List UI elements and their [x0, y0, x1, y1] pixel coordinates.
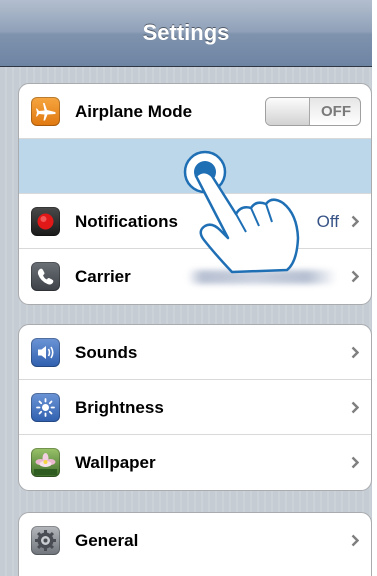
gear-icon	[31, 526, 60, 555]
chevron-right-icon	[351, 215, 359, 228]
row-label: Carrier	[75, 267, 131, 286]
chevron-right-icon	[351, 270, 359, 283]
chevron-right-icon	[351, 401, 359, 414]
airplane-icon	[31, 97, 60, 126]
notifications-value: Off	[316, 212, 339, 231]
row-label: Sounds	[75, 343, 138, 362]
flower-icon	[31, 448, 60, 477]
page-title: Settings	[142, 20, 230, 45]
right-edge	[372, 0, 377, 576]
row-brightness[interactable]: Brightness	[19, 380, 371, 435]
airplane-mode-toggle[interactable]: OFF	[265, 97, 361, 126]
row-label: Airplane Mode	[75, 102, 193, 121]
row-notifications[interactable]: Notifications Off	[19, 194, 371, 249]
row-carrier[interactable]: Carrier	[19, 249, 371, 304]
settings-screen: Settings Airplane Mode OFF Notifications…	[0, 0, 372, 576]
carrier-name-blurred	[187, 270, 337, 284]
row-label: Notifications	[75, 212, 178, 231]
row-label: Brightness	[75, 398, 164, 417]
notifications-icon	[31, 207, 60, 236]
speaker-icon	[31, 338, 60, 367]
settings-group-general: General	[18, 512, 372, 576]
row-airplane-mode[interactable]: Airplane Mode OFF	[19, 84, 371, 139]
row-sounds[interactable]: Sounds	[19, 325, 371, 380]
chevron-right-icon	[351, 346, 359, 359]
settings-group-display: Sounds Brightness Wallpaper	[18, 324, 372, 491]
row-wallpaper[interactable]: Wallpaper	[19, 435, 371, 490]
toggle-state: OFF	[321, 103, 351, 120]
settings-group-network: Airplane Mode OFF Notifications Off Carr…	[18, 83, 372, 305]
phone-icon	[31, 262, 60, 291]
row-wifi-highlighted[interactable]	[19, 139, 371, 194]
row-general[interactable]: General	[19, 513, 371, 568]
row-label: Wallpaper	[75, 453, 156, 472]
toggle-knob[interactable]	[266, 98, 310, 125]
row-label: General	[75, 531, 139, 550]
sun-icon	[31, 393, 60, 422]
chevron-right-icon	[351, 456, 359, 469]
nav-bar: Settings	[0, 0, 372, 67]
chevron-right-icon	[351, 534, 359, 547]
